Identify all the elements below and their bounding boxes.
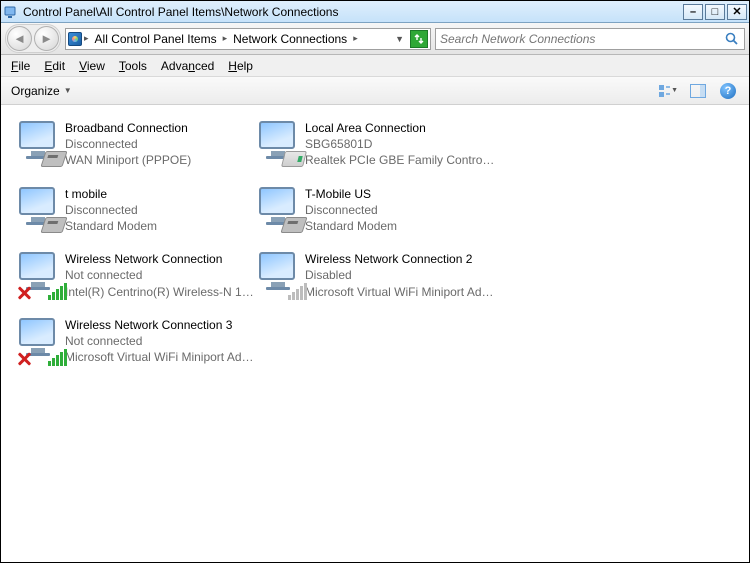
system-icon	[3, 4, 19, 20]
connection-status: SBG65801D	[305, 136, 495, 152]
connection-status: Not connected	[65, 333, 255, 349]
menu-help[interactable]: Help	[228, 59, 253, 73]
menu-bar: File Edit View Tools Advanced Help	[1, 55, 749, 77]
close-button[interactable]: ✕	[727, 4, 747, 20]
chevron-right-icon[interactable]: ▸	[221, 33, 230, 44]
connection-item[interactable]: Local Area ConnectionSBG65801DRealtek PC…	[257, 119, 497, 169]
connection-item[interactable]: Broadband ConnectionDisconnectedWAN Mini…	[17, 119, 257, 169]
connection-device: Microsoft Virtual WiFi Miniport Adapter	[305, 284, 495, 300]
connection-item[interactable]: Wireless Network Connection 3Not connect…	[17, 316, 257, 366]
error-x-icon	[17, 352, 31, 366]
connection-icon	[17, 185, 65, 233]
connections-list: Broadband ConnectionDisconnectedWAN Mini…	[1, 105, 749, 387]
connection-item[interactable]: Wireless Network ConnectionNot connected…	[17, 250, 257, 300]
connection-name: t mobile	[65, 186, 157, 202]
connection-icon	[17, 119, 65, 167]
connection-device: Realtek PCIe GBE Family Controller	[305, 152, 495, 168]
organize-button[interactable]: Organize ▼	[11, 84, 72, 98]
chevron-right-icon[interactable]: ▸	[351, 33, 360, 44]
menu-edit[interactable]: Edit	[44, 59, 65, 73]
connection-name: Wireless Network Connection	[65, 251, 255, 267]
connection-item[interactable]: Wireless Network Connection 2DisabledMic…	[257, 250, 497, 300]
connection-name: Wireless Network Connection 2	[305, 251, 495, 267]
menu-tools[interactable]: Tools	[119, 59, 147, 73]
connection-item[interactable]: T-Mobile USDisconnectedStandard Modem	[257, 185, 497, 235]
connection-status: Disconnected	[65, 202, 157, 218]
error-x-icon	[17, 286, 31, 300]
preview-pane-button[interactable]	[687, 81, 709, 101]
address-dropdown-icon[interactable]: ▼	[392, 34, 407, 44]
view-options-button[interactable]: ▼	[657, 81, 679, 101]
connection-icon	[257, 119, 305, 167]
menu-view[interactable]: View	[79, 59, 105, 73]
forward-button[interactable]: ►	[34, 26, 59, 51]
chevron-right-icon: ▸	[82, 33, 91, 44]
connection-icon	[17, 250, 65, 298]
search-icon[interactable]	[724, 31, 740, 47]
menu-file[interactable]: File	[11, 59, 30, 73]
menu-advanced[interactable]: Advanced	[161, 59, 214, 73]
control-panel-icon	[68, 32, 82, 46]
minimize-button[interactable]: –	[683, 4, 703, 20]
back-button[interactable]: ◄	[7, 26, 32, 51]
window-title: Control Panel\All Control Panel Items\Ne…	[23, 5, 683, 19]
search-input[interactable]	[440, 32, 724, 46]
address-bar[interactable]: ▸ All Control Panel Items ▸ Network Conn…	[65, 28, 431, 50]
connection-device: Microsoft Virtual WiFi Miniport Adapt...	[65, 349, 255, 365]
breadcrumb-segment[interactable]: All Control Panel Items	[91, 32, 221, 46]
connection-icon	[257, 250, 305, 298]
chevron-down-icon: ▼	[64, 86, 72, 95]
help-button[interactable]: ?	[717, 81, 739, 101]
connection-icon	[257, 185, 305, 233]
connection-status: Disconnected	[305, 202, 397, 218]
connection-device: Standard Modem	[65, 218, 157, 234]
command-bar: Organize ▼ ▼ ?	[1, 77, 749, 105]
refresh-button[interactable]	[410, 30, 428, 48]
connection-name: T-Mobile US	[305, 186, 397, 202]
search-box[interactable]	[435, 28, 745, 50]
connection-name: Broadband Connection	[65, 120, 191, 136]
title-bar: Control Panel\All Control Panel Items\Ne…	[1, 1, 749, 23]
connection-device: Intel(R) Centrino(R) Wireless-N 1000	[65, 284, 255, 300]
organize-label: Organize	[11, 84, 60, 98]
help-icon: ?	[720, 83, 736, 99]
connection-device: Standard Modem	[305, 218, 397, 234]
breadcrumb-segment[interactable]: Network Connections	[229, 32, 351, 46]
maximize-button[interactable]: □	[705, 4, 725, 20]
connection-name: Wireless Network Connection 3	[65, 317, 255, 333]
connection-icon	[17, 316, 65, 364]
connection-device: WAN Miniport (PPPOE)	[65, 152, 191, 168]
connection-status: Disconnected	[65, 136, 191, 152]
navigation-row: ◄ ► ▸ All Control Panel Items ▸ Network …	[1, 23, 749, 55]
connection-name: Local Area Connection	[305, 120, 495, 136]
connection-status: Disabled	[305, 267, 495, 283]
connection-item[interactable]: t mobileDisconnectedStandard Modem	[17, 185, 257, 235]
connection-status: Not connected	[65, 267, 255, 283]
